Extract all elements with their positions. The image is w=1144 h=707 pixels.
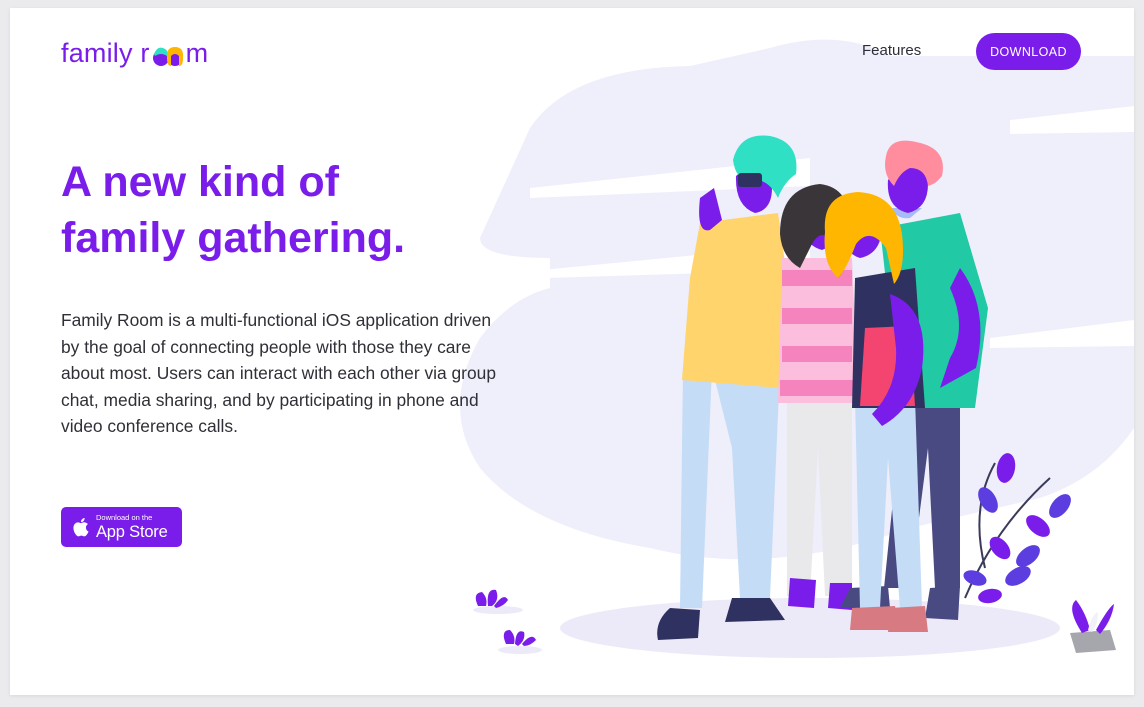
- hero-description: Family Room is a multi-functional iOS ap…: [61, 310, 496, 436]
- small-plant: [475, 589, 536, 646]
- nav-link-features[interactable]: Features: [862, 42, 921, 59]
- app-store-small-text: Download on the: [96, 513, 153, 522]
- landing-page: family r m Features DOWNLOAD A new kind …: [10, 8, 1134, 695]
- rock-plant: [1070, 600, 1116, 653]
- download-button[interactable]: DOWNLOAD: [976, 33, 1081, 70]
- headline-line-1: A new kind of: [61, 158, 339, 206]
- logo[interactable]: family r m: [61, 38, 208, 69]
- app-store-badge[interactable]: Download on the App Store: [61, 507, 182, 547]
- two-faces-logo-icon: [152, 46, 183, 66]
- ground-shadow: [498, 646, 542, 654]
- app-store-badge-text: Download on the App Store: [96, 514, 168, 540]
- logo-text-suffix: m: [185, 38, 209, 68]
- logo-text-prefix: family r: [61, 38, 150, 68]
- hero-headline: A new kind of family gathering.: [61, 154, 521, 266]
- app-store-big-text: App Store: [96, 522, 168, 541]
- headline-line-2: family gathering.: [61, 214, 406, 262]
- apple-icon: [73, 518, 89, 537]
